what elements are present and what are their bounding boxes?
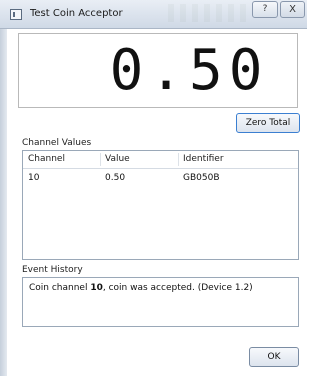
table-header: Channel Value Identifier [23, 151, 298, 169]
window-title: Test Coin Acceptor [30, 8, 123, 19]
background-window-glimpse [168, 4, 252, 22]
channel-values-table[interactable]: Channel Value Identifier 10 0.50 GB050B [22, 150, 299, 260]
event-entry: Coin channel 10, coin was accepted. (Dev… [29, 283, 253, 293]
cell-channel[interactable]: 10 [28, 173, 39, 183]
total-value: 0.50 [109, 37, 269, 103]
event-history-label: Event History [22, 265, 83, 275]
column-header-value[interactable]: Value [105, 154, 130, 164]
cell-identifier[interactable]: GB050B [183, 173, 220, 183]
column-header-channel[interactable]: Channel [28, 154, 65, 164]
cell-value[interactable]: 0.50 [105, 173, 125, 183]
event-channel-number: 10 [90, 283, 103, 293]
title-bar: Test Coin Acceptor ? X [0, 0, 307, 29]
total-display: 0.50 [18, 33, 298, 108]
column-header-identifier[interactable]: Identifier [183, 154, 224, 164]
event-text-prefix: Coin channel [29, 283, 91, 293]
column-divider[interactable] [100, 153, 101, 166]
column-divider[interactable] [178, 153, 179, 166]
ok-button[interactable]: OK [249, 347, 299, 367]
close-button[interactable]: X [280, 1, 305, 18]
app-icon [10, 9, 22, 20]
channel-values-label: Channel Values [22, 138, 92, 148]
window-left-edge [0, 29, 7, 376]
event-history-log[interactable]: Coin channel 10, coin was accepted. (Dev… [22, 277, 299, 327]
help-button[interactable]: ? [252, 1, 278, 18]
event-text-suffix: , coin was accepted. (Device 1.2) [102, 283, 253, 293]
zero-total-button[interactable]: Zero Total [236, 113, 300, 133]
